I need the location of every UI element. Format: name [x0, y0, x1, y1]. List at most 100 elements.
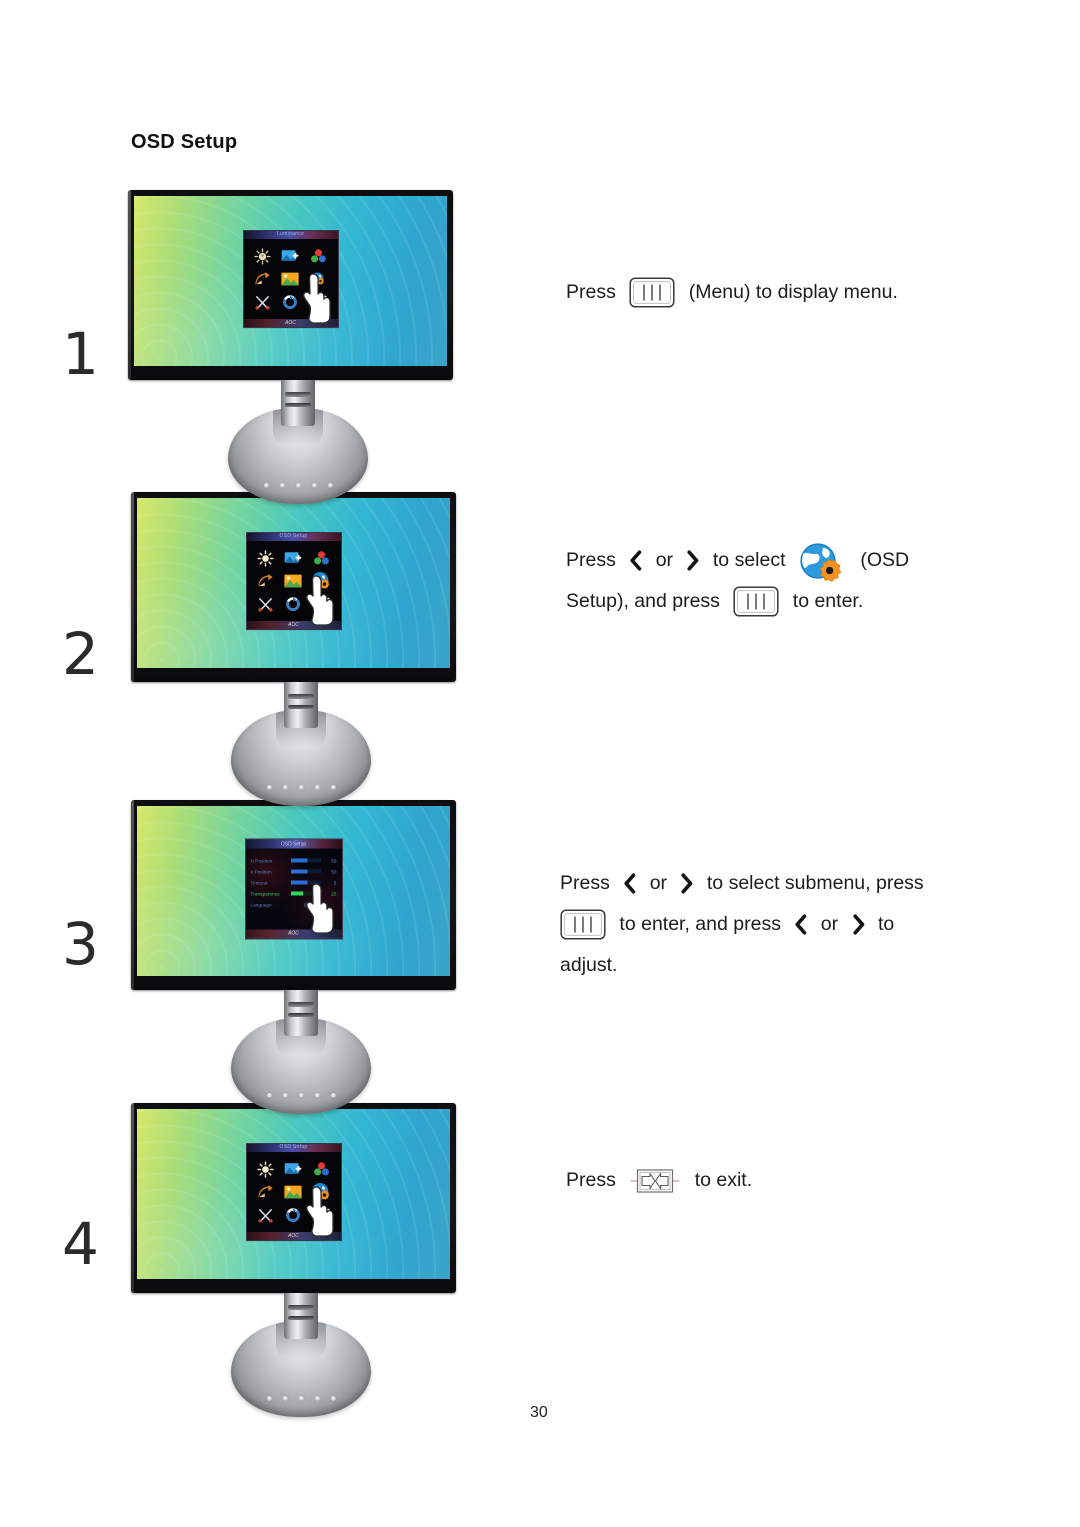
- control-button-1[interactable]: [266, 1396, 272, 1401]
- page-number: 30: [530, 1404, 548, 1421]
- instruction-text: or: [655, 549, 674, 571]
- monitor-screen: OSD Setup AOC: [137, 1109, 450, 1279]
- instruction-text: to select submenu, press: [706, 872, 924, 894]
- pointing-hand-icon: [306, 883, 334, 934]
- instruction-text: Press: [560, 872, 610, 894]
- step-number-2: 2: [62, 620, 99, 688]
- step-number-1: 1: [62, 320, 99, 388]
- control-button-5[interactable]: [330, 1093, 336, 1098]
- osd-submenu-title: OSD Setup: [280, 841, 307, 848]
- chevron-right-icon[interactable]: [850, 914, 867, 935]
- menu-button-icon[interactable]: [560, 909, 606, 940]
- monitor-illustration-step-2: OSD Setup AOC: [131, 492, 471, 806]
- control-button-4[interactable]: [311, 483, 317, 488]
- control-button-1[interactable]: [263, 483, 269, 488]
- row-label: Language: [250, 901, 272, 907]
- instruction-text: Press: [566, 549, 616, 571]
- control-button-2[interactable]: [279, 483, 285, 488]
- menu-button-icon[interactable]: [629, 277, 675, 308]
- osd-item-picture-boost[interactable]: [253, 1182, 278, 1202]
- monitor-illustration-step-4: OSD Setup AOC: [131, 1103, 471, 1417]
- instruction-text: adjust.: [560, 954, 618, 976]
- osd-item-picture-boost[interactable]: [253, 571, 278, 591]
- osd-item-color-setup[interactable]: [309, 1159, 334, 1179]
- osd-submenu-row[interactable]: V.Position 50: [251, 867, 337, 875]
- control-button-4[interactable]: [314, 785, 320, 790]
- row-value: 50: [331, 857, 337, 863]
- instruction-text: Press: [566, 281, 616, 303]
- control-button-5[interactable]: [330, 1396, 336, 1401]
- monitor-control-buttons[interactable]: [231, 785, 371, 790]
- osd-item-image-setup[interactable]: [281, 548, 306, 568]
- instruction-text: to exit.: [694, 1169, 753, 1191]
- instruction-text: Setup), and press: [566, 590, 720, 612]
- control-button-3[interactable]: [298, 1093, 304, 1098]
- monitor-bezel: OSD Setup AOC: [131, 492, 456, 682]
- monitor-control-buttons[interactable]: [231, 1396, 371, 1401]
- osd-item-extra[interactable]: [250, 292, 275, 312]
- control-button-2[interactable]: [282, 785, 288, 790]
- osd-item-image-setup[interactable]: [281, 1159, 306, 1179]
- pointing-hand-icon: [306, 575, 334, 626]
- control-button-3[interactable]: [295, 483, 301, 488]
- instruction-text: Press: [566, 1169, 616, 1191]
- osd-item-extra[interactable]: [253, 1205, 278, 1225]
- osd-item-luminance[interactable]: [253, 548, 278, 568]
- pointing-hand-icon: [303, 273, 331, 324]
- control-button-4[interactable]: [314, 1396, 320, 1401]
- monitor-screen: Luminance AOC: [134, 196, 447, 366]
- monitor-control-buttons[interactable]: [228, 483, 368, 488]
- instruction-text: to enter.: [792, 590, 864, 612]
- control-button-2[interactable]: [282, 1093, 288, 1098]
- control-button-4[interactable]: [314, 1093, 320, 1098]
- osd-item-luminance[interactable]: [250, 246, 275, 266]
- instruction-text: to: [877, 913, 895, 935]
- instruction-text: (OSD: [860, 549, 910, 571]
- osd-item-picture-boost[interactable]: [250, 269, 275, 289]
- monitor-illustration-step-3: OSD Setup H.Position 50 V.Position 50 Ti…: [131, 800, 471, 1114]
- instruction-text: (Menu) to display menu.: [688, 281, 898, 303]
- monitor-stand-neck: [284, 682, 318, 728]
- control-button-1[interactable]: [266, 785, 272, 790]
- osd-item-luminance[interactable]: [253, 1159, 278, 1179]
- instruction-step-2: Press or to select (OSD Setup), and pres…: [566, 540, 1006, 622]
- step-number-4: 4: [62, 1210, 99, 1278]
- chevron-right-icon[interactable]: [678, 873, 695, 894]
- control-button-2[interactable]: [282, 1396, 288, 1401]
- instruction-step-4: Press to exit.: [566, 1160, 1006, 1201]
- pointing-hand-icon: [306, 1186, 334, 1237]
- monitor-control-buttons[interactable]: [231, 1093, 371, 1098]
- monitor-bezel: OSD Setup AOC: [131, 1103, 456, 1293]
- exit-button-icon[interactable]: [629, 1167, 681, 1195]
- row-label: V.Position: [250, 868, 272, 874]
- monitor-screen: OSD Setup H.Position 50 V.Position 50 Ti…: [137, 806, 450, 976]
- osd-menu-title: Luminance: [276, 231, 305, 238]
- control-button-5[interactable]: [327, 483, 333, 488]
- control-button-3[interactable]: [298, 1396, 304, 1401]
- row-label: Timeout: [250, 879, 268, 885]
- instruction-text: to select: [712, 549, 786, 571]
- osd-item-color-setup[interactable]: [306, 246, 331, 266]
- osd-item-extra[interactable]: [253, 594, 278, 614]
- row-label: Transparence: [250, 890, 280, 896]
- globe-gear-icon: [800, 543, 842, 582]
- osd-submenu-row[interactable]: H.Position 50: [251, 856, 337, 864]
- instruction-text: or: [649, 872, 668, 894]
- control-button-5[interactable]: [330, 785, 336, 790]
- page-title: OSD Setup: [131, 131, 238, 153]
- chevron-right-icon[interactable]: [684, 550, 701, 571]
- chevron-left-icon[interactable]: [792, 914, 809, 935]
- chevron-left-icon[interactable]: [621, 873, 638, 894]
- osd-title-bar: OSD Setup: [246, 533, 341, 542]
- control-button-3[interactable]: [298, 785, 304, 790]
- osd-submenu-title-bar: OSD Setup: [245, 839, 342, 849]
- row-slider[interactable]: [290, 858, 321, 863]
- osd-item-color-setup[interactable]: [309, 548, 334, 568]
- control-button-1[interactable]: [266, 1093, 272, 1098]
- osd-item-image-setup[interactable]: [278, 246, 303, 266]
- monitor-stand-neck: [284, 990, 318, 1036]
- row-slider[interactable]: [290, 869, 321, 874]
- chevron-left-icon[interactable]: [627, 550, 644, 571]
- monitor-illustration-step-1: Luminance AOC: [128, 190, 468, 504]
- menu-button-icon[interactable]: [733, 586, 779, 617]
